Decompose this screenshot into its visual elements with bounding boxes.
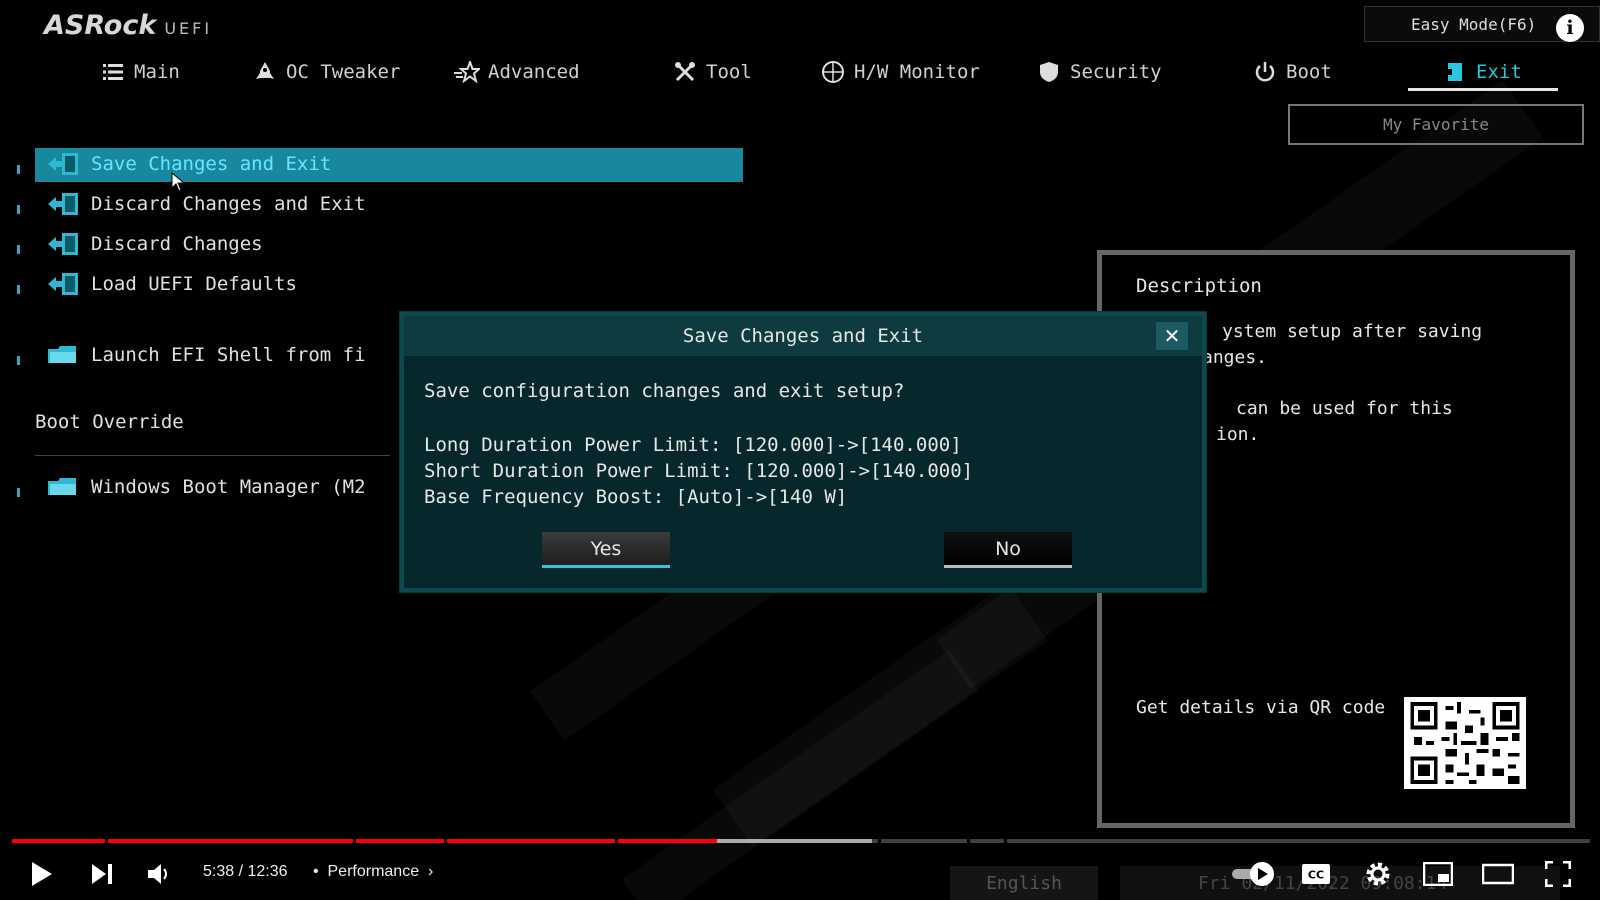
menu-item-label: Windows Boot Manager (M2 [91, 476, 366, 498]
chapter-marker [105, 839, 108, 843]
tools-icon [672, 59, 698, 85]
tab-label: Main [134, 61, 180, 83]
next-button[interactable] [84, 856, 120, 892]
menu-item-label: Discard Changes [91, 233, 263, 255]
chapter-marker [878, 839, 881, 843]
menu-bullet [17, 488, 20, 497]
star-icon [454, 59, 480, 85]
menu-bullet [17, 356, 20, 365]
tab-label: Advanced [488, 61, 580, 83]
tab-hw-monitor[interactable]: H/W Monitor [820, 52, 980, 92]
boot-override-divider [35, 455, 390, 456]
list-icon [100, 59, 126, 85]
menu-item-label: Launch EFI Shell from fi [91, 344, 366, 366]
active-tab-underline [1408, 88, 1558, 91]
power-icon [1252, 59, 1278, 85]
menu-item-label: Discard Changes and Exit [91, 193, 366, 215]
yes-button[interactable]: Yes [542, 532, 670, 568]
asrock-logo: ASRock UEFI [44, 10, 213, 41]
save-changes-dialog: Save Changes and Exit ✕ Save configurati… [400, 312, 1206, 592]
autoplay-toggle[interactable] [1228, 856, 1280, 892]
volume-icon [148, 864, 167, 884]
autoplay-icon [1232, 862, 1274, 886]
tab-label: Boot [1286, 61, 1332, 83]
rocket-icon [252, 59, 278, 85]
chapter-marker [1004, 839, 1007, 843]
tab-boot[interactable]: Boot [1252, 52, 1332, 92]
theater-mode-button[interactable] [1480, 856, 1516, 892]
fullscreen-icon [1545, 861, 1571, 887]
my-favorite-label: My Favorite [1383, 115, 1489, 134]
fullscreen-button[interactable] [1540, 856, 1576, 892]
captions-button[interactable]: CC [1298, 856, 1334, 892]
change-line: Long Duration Power Limit: [120.000]->[1… [424, 434, 962, 456]
progress-played [12, 839, 718, 843]
chapter-title[interactable]: • Performance › [313, 863, 433, 881]
folder-icon [48, 346, 76, 363]
menu-item-label: Load UEFI Defaults [91, 273, 297, 295]
cc-icon: CC [1302, 864, 1330, 884]
menu-bullet [17, 165, 20, 174]
menu-bullet [17, 285, 20, 294]
qr-code-icon [1404, 697, 1526, 789]
dialog-title-bar: Save Changes and Exit ✕ [404, 316, 1202, 356]
menu-bullet [17, 205, 20, 214]
info-icon[interactable]: i [1556, 14, 1584, 42]
exit-icon [1442, 59, 1468, 85]
video-time: 5:38 / 12:36 [203, 863, 288, 880]
close-icon[interactable]: ✕ [1156, 322, 1188, 350]
next-icon [92, 864, 112, 884]
video-progress-bar[interactable] [12, 839, 1590, 843]
monitor-icon [820, 59, 846, 85]
logo-text: ASRock [44, 10, 157, 41]
exit-door-icon [48, 233, 78, 255]
folder-icon [48, 478, 76, 495]
chapter-marker [967, 839, 970, 843]
settings-icon [1366, 862, 1390, 886]
tab-label: Security [1070, 61, 1162, 83]
play-button[interactable] [24, 856, 60, 892]
chapter-marker [353, 839, 356, 843]
chapter-marker [444, 839, 447, 843]
shield-icon [1036, 59, 1062, 85]
miniplayer-button[interactable] [1420, 856, 1456, 892]
exit-door-icon [48, 273, 78, 295]
my-favorite-button[interactable]: My Favorite [1288, 104, 1584, 145]
dialog-changes-list: Long Duration Power Limit: [120.000]->[1… [424, 432, 973, 510]
tab-oc-tweaker[interactable]: OC Tweaker [252, 52, 400, 92]
miniplayer-icon [1423, 862, 1453, 886]
change-line: Short Duration Power Limit: [120.000]->[… [424, 460, 974, 482]
menu-item-label: Save Changes and Exit [91, 153, 332, 175]
tab-label: Exit [1476, 61, 1522, 83]
volume-button[interactable] [142, 856, 178, 892]
tab-main[interactable]: Main [100, 52, 180, 92]
tab-exit[interactable]: Exit [1442, 52, 1522, 92]
tab-security[interactable]: Security [1036, 52, 1162, 92]
video-controls: 5:38 / 12:36 • Performance › CC [0, 848, 1600, 900]
svg-text:CC: CC [1308, 869, 1324, 882]
change-line: Base Frequency Boost: [Auto]->[140 W] [424, 486, 848, 508]
exit-door-icon [48, 193, 78, 215]
tab-label: Tool [706, 61, 752, 83]
description-title: Description [1136, 275, 1262, 297]
tab-tool[interactable]: Tool [672, 52, 752, 92]
tab-label: H/W Monitor [854, 61, 980, 83]
theater-icon [1482, 863, 1514, 885]
mouse-cursor-icon [171, 172, 185, 192]
dialog-title: Save Changes and Exit [682, 325, 924, 347]
easy-mode-label: Easy Mode(F6) [1411, 14, 1537, 34]
exit-door-icon [48, 153, 78, 175]
boot-override-heading: Boot Override [35, 411, 184, 433]
play-icon [32, 862, 52, 886]
tab-advanced[interactable]: Advanced [454, 52, 580, 92]
no-button[interactable]: No [944, 532, 1072, 568]
tab-label: OC Tweaker [286, 61, 401, 83]
menu-bullet [17, 245, 20, 254]
settings-button[interactable] [1360, 856, 1396, 892]
chapter-marker [615, 839, 618, 843]
dialog-question: Save configuration changes and exit setu… [424, 380, 905, 402]
main-navigation: Main OC Tweaker Advanced Tool H/W Monito… [0, 52, 1600, 96]
logo-subtext: UEFI [164, 19, 213, 38]
qr-label: Get details via QR code [1136, 697, 1386, 718]
